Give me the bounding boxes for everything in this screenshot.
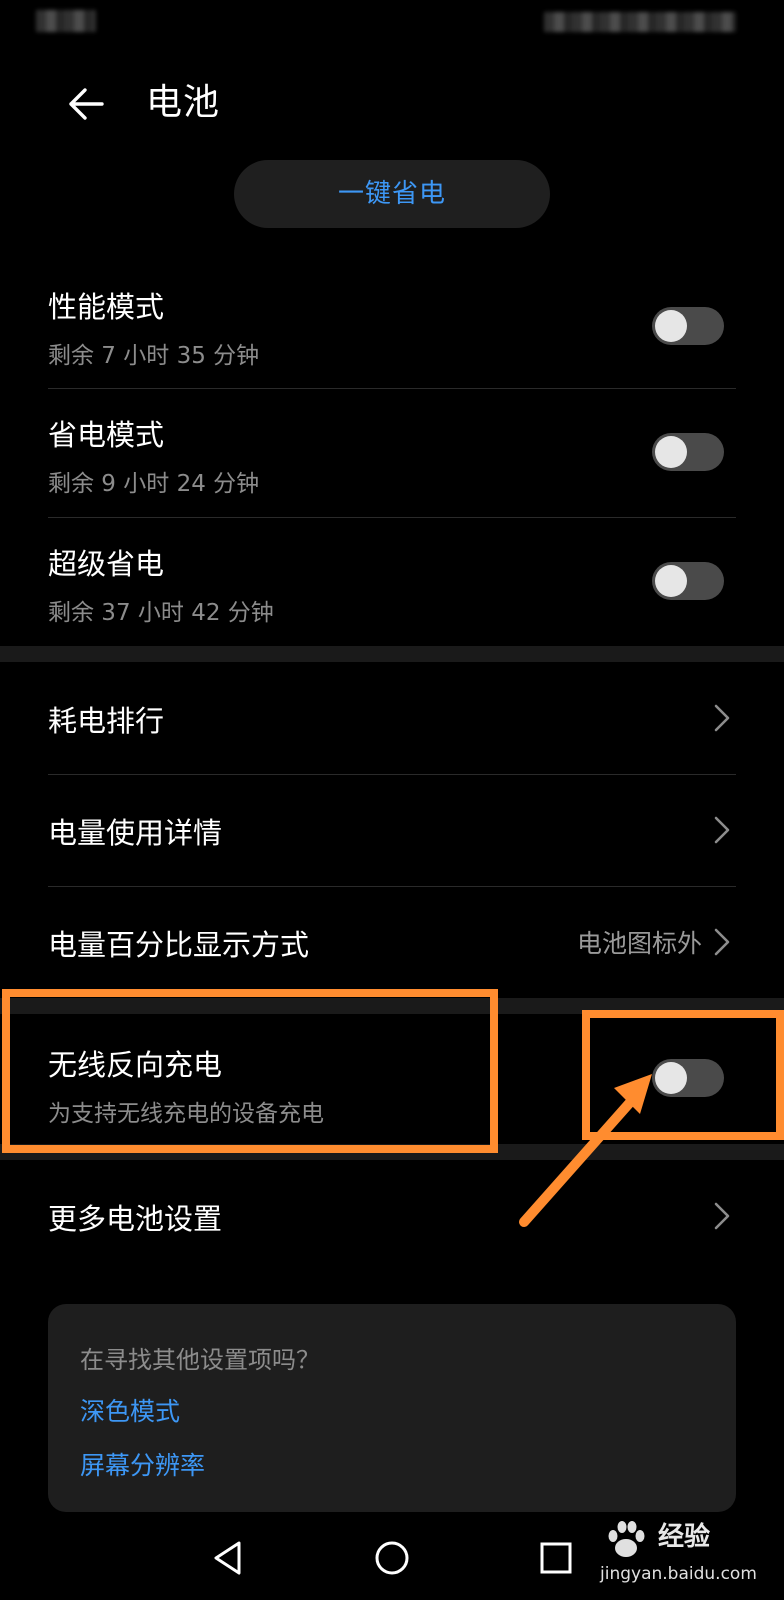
settings-item-more-battery[interactable]: 更多电池设置 [48,1160,736,1272]
suggestion-prompt: 在寻找其他设置项吗？ [80,1346,320,1374]
mode-row-super-saving[interactable]: 超级省电 剩余 37 小时 42 分钟 [48,527,736,645]
watermark-brand: 经验 [658,1522,711,1552]
suggestion-card: 在寻找其他设置项吗？ 深色模式 屏幕分辨率 [48,1304,736,1512]
mode-row-performance[interactable]: 性能模式 剩余 7 小时 35 分钟 [48,270,736,388]
chevron-right-icon [714,1202,730,1230]
page-title: 电池 [146,82,221,123]
header: 电池 [0,66,784,146]
suggestion-link-dark-mode[interactable]: 深色模式 [80,1392,180,1428]
settings-item-label: 耗电排行 [48,704,165,738]
power-saving-mode-toggle[interactable] [652,433,724,471]
settings-item-percentage-display[interactable]: 电量百分比显示方式 电池图标外 [48,886,736,998]
chevron-right-icon [714,816,730,844]
settings-item-label: 电量百分比显示方式 [48,928,310,962]
toggle-knob [655,565,687,597]
nav-back-icon[interactable] [208,1538,248,1578]
back-arrow-icon[interactable] [64,82,108,126]
baidu-paw-icon [608,1521,645,1557]
settings-item-usage-details[interactable]: 电量使用详情 [48,774,736,886]
watermark-url: jingyan.baidu.com [600,1564,757,1584]
mode-subtitle: 剩余 7 小时 35 分钟 [48,343,260,369]
mode-subtitle: 剩余 9 小时 24 分钟 [48,471,260,497]
status-bar-left-blurred [36,10,96,32]
mode-title: 性能模式 [48,290,165,324]
mode-row-power-saving[interactable]: 省电模式 剩余 9 小时 24 分钟 [48,398,736,516]
super-saving-toggle[interactable] [652,562,724,600]
one-key-power-save-button[interactable]: 一键省电 [234,160,550,228]
section-separator [0,646,784,662]
baidu-watermark-logo: 经验 jingyan.baidu.com [596,1516,776,1592]
settings-item-power-ranking[interactable]: 耗电排行 [48,662,736,774]
mode-title: 超级省电 [48,547,165,581]
toggle-knob [655,436,687,468]
annotation-highlight-toggle [582,1010,784,1140]
annotation-highlight-label [2,989,498,1153]
status-bar-right-blurred [544,12,736,32]
divider [48,517,736,518]
suggestion-link-screen-resolution[interactable]: 屏幕分辨率 [80,1446,205,1482]
toggle-knob [655,310,687,342]
settings-item-label: 更多电池设置 [48,1202,223,1236]
chevron-right-icon [714,928,730,956]
chevron-right-icon [714,704,730,732]
performance-mode-toggle[interactable] [652,307,724,345]
mode-subtitle: 剩余 37 小时 42 分钟 [48,600,274,626]
settings-item-label: 电量使用详情 [48,816,223,850]
divider [48,388,736,389]
settings-item-value: 电池图标外 [576,929,702,958]
status-bar [0,0,784,44]
nav-home-icon[interactable] [372,1538,412,1578]
nav-recents-icon[interactable] [536,1538,576,1578]
mode-title: 省电模式 [48,418,165,452]
